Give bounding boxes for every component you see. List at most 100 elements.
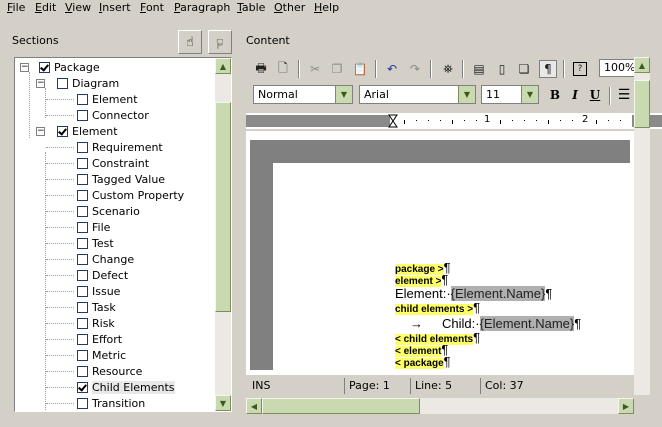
tree-item-checkbox[interactable] (77, 381, 88, 393)
tree-item[interactable]: Element (77, 91, 138, 107)
tree-item[interactable]: Metric (77, 347, 126, 363)
tree-item[interactable]: Transition (77, 395, 145, 411)
style-select[interactable]: Normal ▼ (253, 85, 353, 104)
tree-item[interactable]: Issue (77, 283, 120, 299)
tree-item-checkbox[interactable] (77, 349, 88, 361)
bold-button[interactable]: B (547, 87, 563, 103)
tree-line (46, 307, 74, 308)
toolbar-separator (375, 60, 377, 78)
doc-line-child-open[interactable]: child elements >¶ (395, 301, 480, 316)
tree-item[interactable]: Custom Property (77, 187, 184, 203)
tree-item-checkbox[interactable] (77, 221, 88, 233)
tree-item[interactable]: Requirement (77, 139, 163, 155)
move-up-button[interactable]: ☝ (178, 30, 202, 54)
menu-paragraph[interactable]: Paragraph (174, 1, 230, 15)
tree-item[interactable]: Scenario (77, 203, 140, 219)
ruler-tick (416, 120, 417, 121)
redo-button[interactable]: ↷ (406, 60, 424, 78)
tree-item-checkbox[interactable] (77, 253, 88, 265)
content-scroll-right-button[interactable]: ▶ (618, 398, 634, 414)
cut-button[interactable]: ✂ (306, 60, 324, 78)
print-preview-button[interactable]: 🗋 (274, 60, 292, 78)
menu-other[interactable]: Other (274, 1, 305, 15)
tree-item[interactable]: Change (77, 251, 134, 267)
tree-item-checkbox[interactable] (77, 141, 88, 153)
tree-item-checkbox[interactable] (57, 77, 68, 89)
tree-item[interactable]: Element (57, 123, 118, 139)
tree-scroll-thumb[interactable] (215, 102, 231, 312)
ruler[interactable]: 1 2 (246, 113, 662, 129)
tree-item[interactable]: Constraint (77, 155, 149, 171)
menu-insert[interactable]: Insert (99, 1, 131, 15)
insert-field-button[interactable]: ▤ (470, 60, 488, 78)
menu-font[interactable]: Font (140, 1, 164, 15)
content-scroll-up-button[interactable]: ▲ (634, 57, 650, 73)
paste-button[interactable]: 📋 (351, 60, 369, 78)
tree-item[interactable]: Effort (77, 331, 122, 347)
tree-item[interactable]: Task (77, 299, 116, 315)
tree-item[interactable]: Connector (77, 107, 149, 123)
tree-item[interactable]: Defect (77, 267, 128, 283)
help-button[interactable]: ? (571, 60, 589, 78)
size-dropdown-button[interactable]: ▼ (521, 86, 538, 103)
find-button[interactable]: ⛯ (439, 60, 457, 78)
tree-scroll-down-button[interactable]: ▼ (215, 395, 231, 411)
tree-item-checkbox[interactable] (77, 301, 88, 313)
tree-item[interactable]: Package (39, 59, 100, 75)
undo-button[interactable]: ↶ (383, 60, 401, 78)
tree-item-checkbox[interactable] (39, 61, 50, 73)
underline-button[interactable]: U (587, 87, 603, 103)
tree-item[interactable]: Resource (77, 363, 142, 379)
tree-item-checkbox[interactable] (77, 285, 88, 297)
menu-edit[interactable]: Edit (35, 1, 56, 15)
chevron-down-icon: ▼ (340, 90, 348, 99)
tree-item-checkbox[interactable] (77, 93, 88, 105)
collapse-toggle[interactable]: − (20, 63, 29, 72)
tree-item-checkbox[interactable] (77, 269, 88, 281)
tree-item-checkbox[interactable] (77, 317, 88, 329)
collapse-toggle[interactable]: − (36, 79, 45, 88)
content-hscroll-thumb[interactable] (262, 398, 420, 414)
font-dropdown-button[interactable]: ▼ (458, 86, 475, 103)
tree-item[interactable]: Diagram (57, 75, 119, 91)
doc-line-child-name[interactable]: → Child:·{Element.Name}¶ (410, 316, 581, 333)
align-left-button[interactable]: ☰ (616, 87, 632, 103)
tree-item-checkbox[interactable] (77, 109, 88, 121)
arrow-left-icon: ◀ (250, 401, 258, 411)
tree-item[interactable]: Tagged Value (77, 171, 165, 187)
tree-scroll-up-button[interactable]: ▲ (215, 58, 231, 74)
tree-item-checkbox[interactable] (77, 157, 88, 169)
content-scroll-left-button[interactable]: ◀ (246, 398, 262, 414)
copy-page-button[interactable]: ❏ (515, 60, 533, 78)
font-select[interactable]: Arial ▼ (359, 85, 476, 104)
print-button[interactable]: 🖶 (252, 60, 270, 78)
tree-item-checkbox[interactable] (77, 237, 88, 249)
tree-item-checkbox[interactable] (77, 173, 88, 185)
content-scroll-thumb[interactable] (634, 80, 650, 128)
tree-item-checkbox[interactable] (77, 365, 88, 377)
tree-item[interactable]: File (77, 219, 110, 235)
tree-item-label: Transition (92, 396, 146, 410)
italic-button[interactable]: I (567, 87, 583, 103)
collapse-toggle[interactable]: − (36, 127, 45, 136)
style-dropdown-button[interactable]: ▼ (335, 86, 352, 103)
menu-file[interactable]: File (7, 1, 25, 15)
copy-button[interactable]: ❐ (328, 60, 346, 78)
tree-item-checkbox[interactable] (77, 205, 88, 217)
tree-item[interactable]: Child Elements (77, 379, 175, 395)
move-down-button[interactable]: ☝ (208, 30, 232, 54)
tree-item-checkbox[interactable] (77, 189, 88, 201)
menu-help[interactable]: Help (314, 1, 339, 15)
tree-item-checkbox[interactable] (77, 397, 88, 409)
show-marks-button[interactable]: ¶ (539, 60, 557, 78)
tree-item-label: Effort (92, 332, 123, 346)
tree-item[interactable]: Risk (77, 315, 115, 331)
doc-line-package-close[interactable]: < package¶ (395, 355, 451, 370)
tree-item-checkbox[interactable] (57, 125, 68, 137)
menu-view[interactable]: View (65, 1, 91, 15)
menu-table[interactable]: Table (237, 1, 265, 15)
size-select[interactable]: 11 ▼ (481, 85, 539, 104)
tree-item-checkbox[interactable] (77, 333, 88, 345)
tree-item[interactable]: Test (77, 235, 114, 251)
page-button[interactable]: ▯ (493, 60, 511, 78)
